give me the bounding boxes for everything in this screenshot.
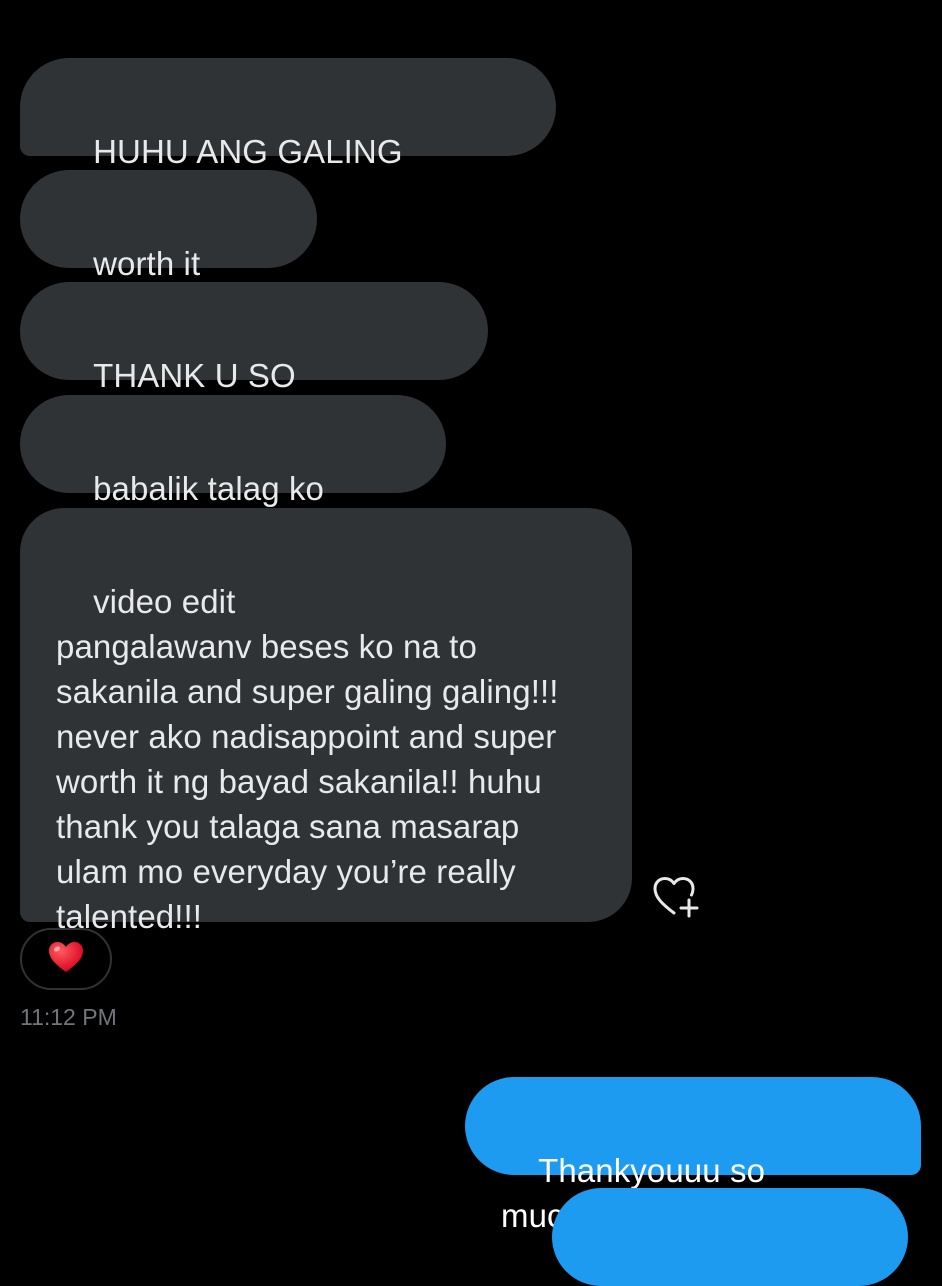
received-message-bubble[interactable]: HUHU ANG GALING MOOOO xyxy=(20,58,556,215)
sent-message-bubble[interactable] xyxy=(552,1188,908,1286)
message-timestamp: 11:12 PM xyxy=(20,1004,117,1030)
received-message-bubble[interactable]: worth it talaga xyxy=(20,170,317,327)
red-heart-icon xyxy=(47,940,85,979)
heart-plus-icon[interactable] xyxy=(652,875,700,919)
reaction-pill[interactable] xyxy=(20,928,112,990)
received-message-bubble[interactable]: THANK U SO MUCHHHH xyxy=(20,282,488,439)
sent-message-bubble[interactable]: Thankyouuu so muchh!!! xyxy=(465,1077,921,1234)
received-message-bubble[interactable]: babalik talag ko sayo!!! xyxy=(20,395,446,552)
received-message-bubble[interactable]: video edit pangalawanv beses ko na to sa… xyxy=(20,508,632,935)
message-text: video edit pangalawanv beses ko na to sa… xyxy=(56,583,559,935)
